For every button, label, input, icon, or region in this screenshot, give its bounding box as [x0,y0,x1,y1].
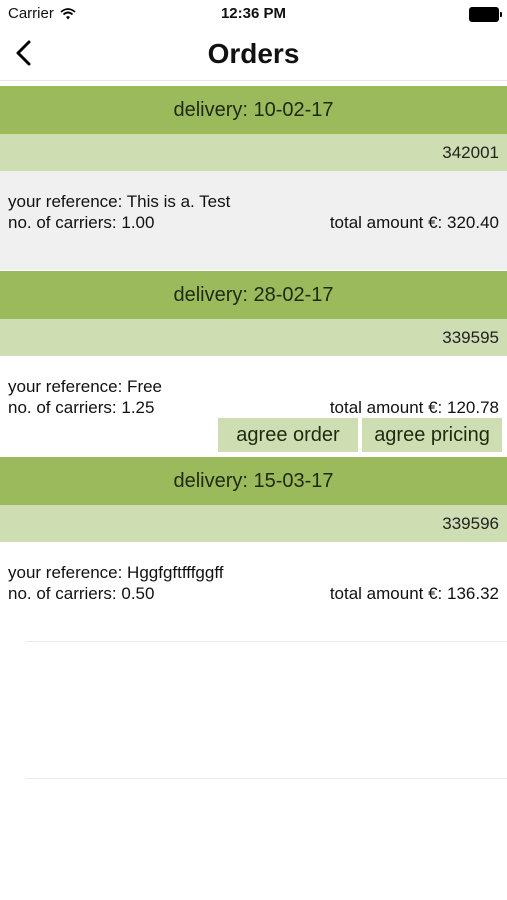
status-bar: Carrier 12:36 PM [0,0,507,28]
order-number: 339596 [0,505,507,542]
status-time: 12:36 PM [220,5,287,22]
battery-icon [469,7,502,22]
order-reference: your reference: Hggfgftfffggff [8,563,224,582]
agree-order-button[interactable]: agree order [218,418,358,452]
order-number: 339595 [0,319,507,356]
order-details: your reference: This is a. Test no. of c… [0,171,507,270]
order-number: 342001 [0,134,507,171]
list-separator [26,778,507,779]
list-separator [26,641,507,642]
page-title: Orders [207,38,300,69]
order-reference: your reference: Free [8,377,163,396]
order-card[interactable]: delivery: 10-02-17 342001 your reference… [0,86,507,270]
delivery-date: delivery: 10-02-17 [0,86,507,134]
order-total: total amount €: 120.78 [329,398,499,417]
order-details: your reference: Hggfgftfffggff no. of ca… [0,542,507,641]
agree-pricing-button[interactable]: agree pricing [362,418,502,452]
order-carriers: no. of carriers: 1.25 [8,398,155,417]
order-reference: your reference: This is a. Test [8,192,231,211]
order-card[interactable]: delivery: 28-02-17 339595 your reference… [0,271,507,457]
order-card[interactable]: delivery: 15-03-17 339596 your reference… [0,457,507,641]
delivery-date: delivery: 28-02-17 [0,271,507,319]
order-carriers: no. of carriers: 1.00 [8,213,155,232]
order-details: your reference: Free no. of carriers: 1.… [0,356,507,457]
order-total: total amount €: 320.40 [329,213,499,232]
delivery-date: delivery: 15-03-17 [0,457,507,505]
order-total: total amount €: 136.32 [329,584,499,603]
navigation-bar: Orders [0,28,507,81]
order-carriers: no. of carriers: 0.50 [8,584,155,603]
